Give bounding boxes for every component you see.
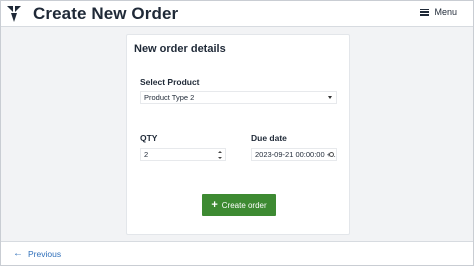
- due-date-input[interactable]: 2023-09-21 00:00:00 +...: [251, 148, 337, 161]
- app-footer: ← Previous: [1, 241, 473, 265]
- menu-button[interactable]: Menu: [420, 7, 457, 17]
- previous-button[interactable]: ← Previous: [13, 248, 62, 260]
- tulip-logo-icon: [7, 6, 21, 22]
- menu-label: Menu: [434, 7, 457, 17]
- due-date-value: 2023-09-21 00:00:00 +...: [255, 150, 337, 159]
- qty-input[interactable]: 2: [140, 148, 226, 161]
- card-title: New order details: [134, 43, 226, 55]
- plus-icon: +: [211, 199, 218, 211]
- create-order-label: Create order: [221, 200, 267, 210]
- due-date-label: Due date: [251, 133, 287, 143]
- product-select[interactable]: Product Type 2: [140, 91, 337, 104]
- create-order-button[interactable]: + Create order: [202, 194, 276, 216]
- previous-label: Previous: [28, 249, 62, 259]
- select-product-label: Select Product: [140, 77, 200, 87]
- clock-icon[interactable]: [329, 152, 334, 157]
- hamburger-icon: [420, 8, 430, 16]
- arrow-left-icon: ←: [13, 248, 23, 259]
- qty-stepper-icon[interactable]: [218, 151, 222, 159]
- product-select-value: Product Type 2: [144, 93, 195, 102]
- qty-value: 2: [144, 150, 149, 159]
- app-frame: Create New Order Menu New order details …: [0, 0, 474, 266]
- page-title: Create New Order: [33, 4, 179, 23]
- qty-label: QTY: [140, 133, 158, 143]
- order-details-card: New order details Select Product Product…: [126, 34, 350, 235]
- chevron-down-icon: [328, 96, 332, 99]
- app-header: Create New Order Menu: [1, 1, 473, 27]
